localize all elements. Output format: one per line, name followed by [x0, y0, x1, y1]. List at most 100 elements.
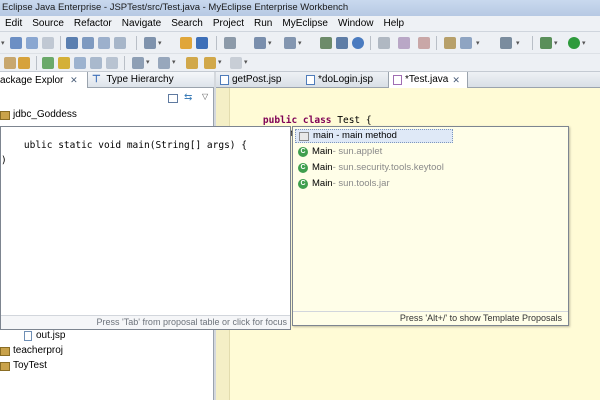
toggle-icon[interactable] — [74, 57, 86, 69]
menu-myeclipse[interactable]: MyEclipse — [277, 16, 333, 32]
globe-icon[interactable] — [352, 37, 364, 49]
bean-icon[interactable] — [460, 37, 472, 49]
dropdown-icon[interactable]: ▾ — [158, 39, 162, 47]
server-icon[interactable] — [114, 37, 126, 49]
next-annotation-icon[interactable] — [132, 57, 144, 69]
class-icon: C — [298, 179, 308, 189]
tree-item-toytest[interactable]: ToyTest — [0, 359, 47, 373]
tree-item-label: teacherproj — [13, 345, 64, 356]
tab-label: *Test.java — [405, 74, 449, 85]
edit-icon[interactable] — [4, 57, 16, 69]
show-whitespace-icon[interactable] — [90, 57, 102, 69]
stop-icon[interactable] — [418, 37, 430, 49]
dropdown-icon[interactable]: ▾ — [582, 39, 586, 47]
proposal-package: - sun.applet — [332, 146, 383, 157]
popup-status-text: Press 'Tab' from proposal table or click… — [1, 315, 290, 329]
dropdown-icon[interactable]: ▾ — [1, 39, 5, 47]
proposal-package: - sun.tools.jar — [332, 178, 390, 189]
toolbar-separator — [436, 36, 437, 50]
package-icon[interactable] — [180, 37, 192, 49]
proposal-main-tools-jar[interactable]: C Main - sun.tools.jar — [295, 177, 390, 191]
open-folder-icon[interactable] — [18, 57, 30, 69]
web-project-icon[interactable] — [254, 37, 266, 49]
editor-tabs: getPost.jsp *doLogin.jsp *Test.java ✕ — [216, 72, 600, 88]
content-assist-status-text: Press 'Alt+/' to show Template Proposals — [293, 311, 568, 325]
redeploy-icon[interactable] — [98, 37, 110, 49]
dropdown-icon[interactable]: ▾ — [268, 39, 272, 47]
tools-icon[interactable] — [336, 37, 348, 49]
database-icon[interactable] — [444, 37, 456, 49]
prev-annotation-icon[interactable] — [158, 57, 170, 69]
view-menu-icon[interactable]: ▽ — [202, 92, 208, 101]
forward-icon[interactable] — [230, 57, 242, 69]
hierarchy-icon: ⊤ — [92, 74, 101, 85]
proposal-main-sun-applet[interactable]: C Main - sun.applet — [295, 145, 382, 159]
menu-help[interactable]: Help — [379, 16, 410, 32]
wizard-icon[interactable] — [320, 37, 332, 49]
tree-item-label: out.jsp — [36, 330, 66, 341]
highlight-icon[interactable] — [58, 57, 70, 69]
menu-search[interactable]: Search — [166, 16, 208, 32]
tab-package-explorer[interactable]: ackage Explor ✕ — [0, 72, 88, 88]
proposal-main-method[interactable]: main - main method — [295, 129, 453, 143]
open-type-icon[interactable] — [144, 37, 156, 49]
java-project-icon[interactable] — [284, 37, 296, 49]
run-icon[interactable] — [568, 37, 580, 49]
menu-source[interactable]: Source — [27, 16, 69, 32]
tab-type-hierarchy[interactable]: ⊤ Type Hierarchy — [92, 72, 180, 88]
monitor-icon[interactable] — [500, 37, 512, 49]
tab-label: getPost.jsp — [232, 74, 282, 85]
tab-dologin-jsp[interactable]: *doLogin.jsp — [302, 72, 373, 88]
back-icon[interactable] — [186, 57, 198, 69]
jsp-file-icon — [306, 75, 315, 85]
dropdown-icon[interactable]: ▾ — [476, 39, 480, 47]
editor-right-area — [573, 126, 600, 400]
print-icon[interactable] — [42, 37, 54, 49]
dropdown-icon[interactable]: ▾ — [244, 58, 248, 66]
dropdown-icon[interactable]: ▾ — [554, 39, 558, 47]
method-signature-line: ublic static void main(String[] args) { — [1, 129, 247, 162]
project-icon — [0, 346, 10, 356]
menu-window[interactable]: Window — [333, 16, 379, 32]
main-toolbar: ▾ ▾ ▾ ▾ ▾ ▾ ▾ ▾ — [0, 32, 600, 54]
refresh-icon[interactable] — [378, 37, 390, 49]
proposal-name: Main — [312, 162, 333, 173]
tab-test-java[interactable]: *Test.java ✕ — [388, 72, 468, 88]
window-titlebar: Eclipse Java Enterprise - JSPTest/src/Te… — [0, 0, 600, 16]
tree-item-jdbc-goddess[interactable]: jdbc_Goddess — [0, 108, 77, 122]
tree-item-out-jsp[interactable]: out.jsp — [24, 329, 65, 343]
close-icon[interactable]: ✕ — [452, 72, 460, 88]
open-perspective-icon[interactable] — [224, 37, 236, 49]
save-all-icon[interactable] — [26, 37, 38, 49]
dropdown-icon[interactable]: ▾ — [516, 39, 520, 47]
block-selection-icon[interactable] — [106, 57, 118, 69]
debug-icon[interactable] — [540, 37, 552, 49]
deploy-icon[interactable] — [82, 37, 94, 49]
tab-getpost-jsp[interactable]: getPost.jsp — [216, 72, 281, 88]
dropdown-icon[interactable]: ▾ — [298, 39, 302, 47]
dropdown-icon[interactable]: ▾ — [146, 58, 150, 66]
secondary-toolbar: ▾ ▾ ▾ ▾ — [0, 54, 600, 72]
java-file-icon — [393, 75, 402, 85]
new-server-icon[interactable] — [66, 37, 78, 49]
dropdown-icon[interactable]: ▾ — [218, 58, 222, 66]
link-editor-icon[interactable]: ⇆ — [184, 92, 192, 103]
dropdown-icon[interactable]: ▾ — [172, 58, 176, 66]
save-icon[interactable] — [10, 37, 22, 49]
debug-config-icon[interactable] — [398, 37, 410, 49]
proposal-main-keytool[interactable]: C Main - sun.security.tools.keytool — [295, 161, 444, 175]
template-icon — [299, 131, 309, 141]
toolbar-separator — [216, 36, 217, 50]
collapse-all-icon[interactable] — [168, 94, 178, 103]
close-icon[interactable]: ✕ — [70, 75, 78, 85]
menu-navigate[interactable]: Navigate — [117, 16, 166, 32]
class-icon[interactable] — [196, 37, 208, 49]
menu-refactor[interactable]: Refactor — [69, 16, 117, 32]
annotation-icon[interactable] — [42, 57, 54, 69]
window-title: Eclipse Java Enterprise - JSPTest/src/Te… — [2, 2, 349, 13]
menu-project[interactable]: Project — [208, 16, 249, 32]
back-history-icon[interactable] — [204, 57, 216, 69]
menu-edit[interactable]: Edit — [0, 16, 27, 32]
menu-run[interactable]: Run — [249, 16, 277, 32]
tree-item-teacherproj[interactable]: teacherproj — [0, 344, 63, 358]
